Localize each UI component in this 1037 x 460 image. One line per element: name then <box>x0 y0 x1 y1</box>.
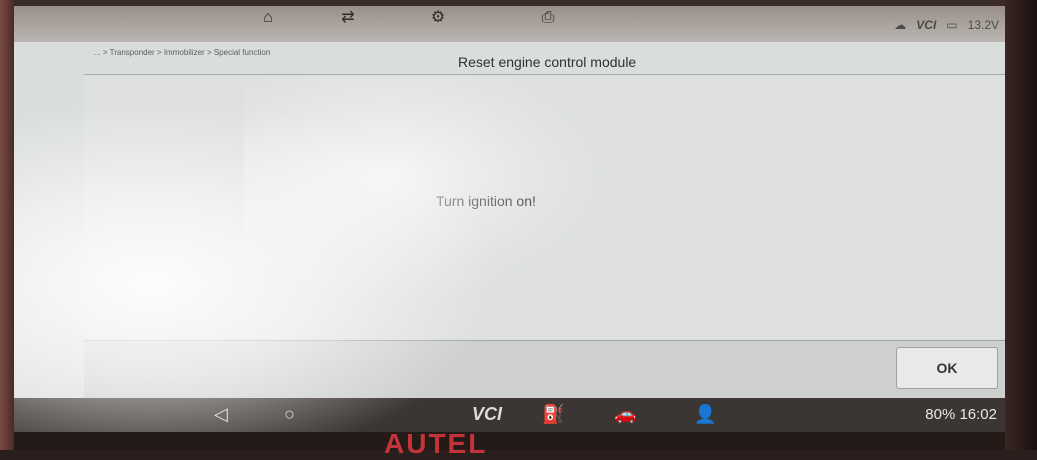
back-icon[interactable]: ◁ <box>214 404 228 425</box>
vehicle-swap-icon[interactable]: ⇄ <box>334 9 362 27</box>
print-icon[interactable]: ⎙ <box>534 9 562 27</box>
bottom-navbar: ◁ ○ VCI ⛽ 🚗 👤 80% 16:02 <box>14 398 1005 432</box>
top-toolbar: ⌂ ⇄ ⚙ ⎙ ☁ VCI ▭ 13.2V <box>14 6 1005 42</box>
dialog-footer: OK <box>84 340 1005 399</box>
ok-button[interactable]: OK <box>896 347 998 389</box>
home-circle-icon[interactable]: ○ <box>284 404 295 425</box>
home-icon[interactable]: ⌂ <box>254 9 282 27</box>
instruction-message: Turn ignition on! <box>436 193 536 209</box>
settings-icon[interactable]: ⚙ <box>424 9 452 27</box>
page-title: Reset engine control module <box>458 54 637 70</box>
device-bezel-right <box>1005 0 1037 450</box>
brand-logo: AUTEL <box>384 428 488 459</box>
vci-status: VCI <box>916 18 937 32</box>
status-indicators: ☁ VCI ▭ 13.2V <box>894 18 999 32</box>
page-title-bar: Reset engine control module <box>84 50 1005 75</box>
service-person-icon[interactable]: 👤 <box>694 404 716 425</box>
car-icon[interactable]: 🚗 <box>614 404 636 425</box>
device-bezel-left <box>0 0 14 450</box>
tablet-screen: ⌂ ⇄ ⚙ ⎙ ☁ VCI ▭ 13.2V ... > Transponder … <box>14 6 1005 432</box>
vci-icon[interactable]: VCI <box>472 404 502 425</box>
system-status: 80% 16:02 <box>925 406 997 423</box>
dialog-content: Turn ignition on! <box>84 75 1005 339</box>
cloud-icon: ☁ <box>894 18 907 32</box>
battery-icon: ▭ <box>946 18 958 32</box>
fuel-diagnostics-icon[interactable]: ⛽ <box>542 404 564 425</box>
device-brand-strip: AUTEL <box>14 428 1005 459</box>
battery-voltage: 13.2V <box>967 18 999 32</box>
